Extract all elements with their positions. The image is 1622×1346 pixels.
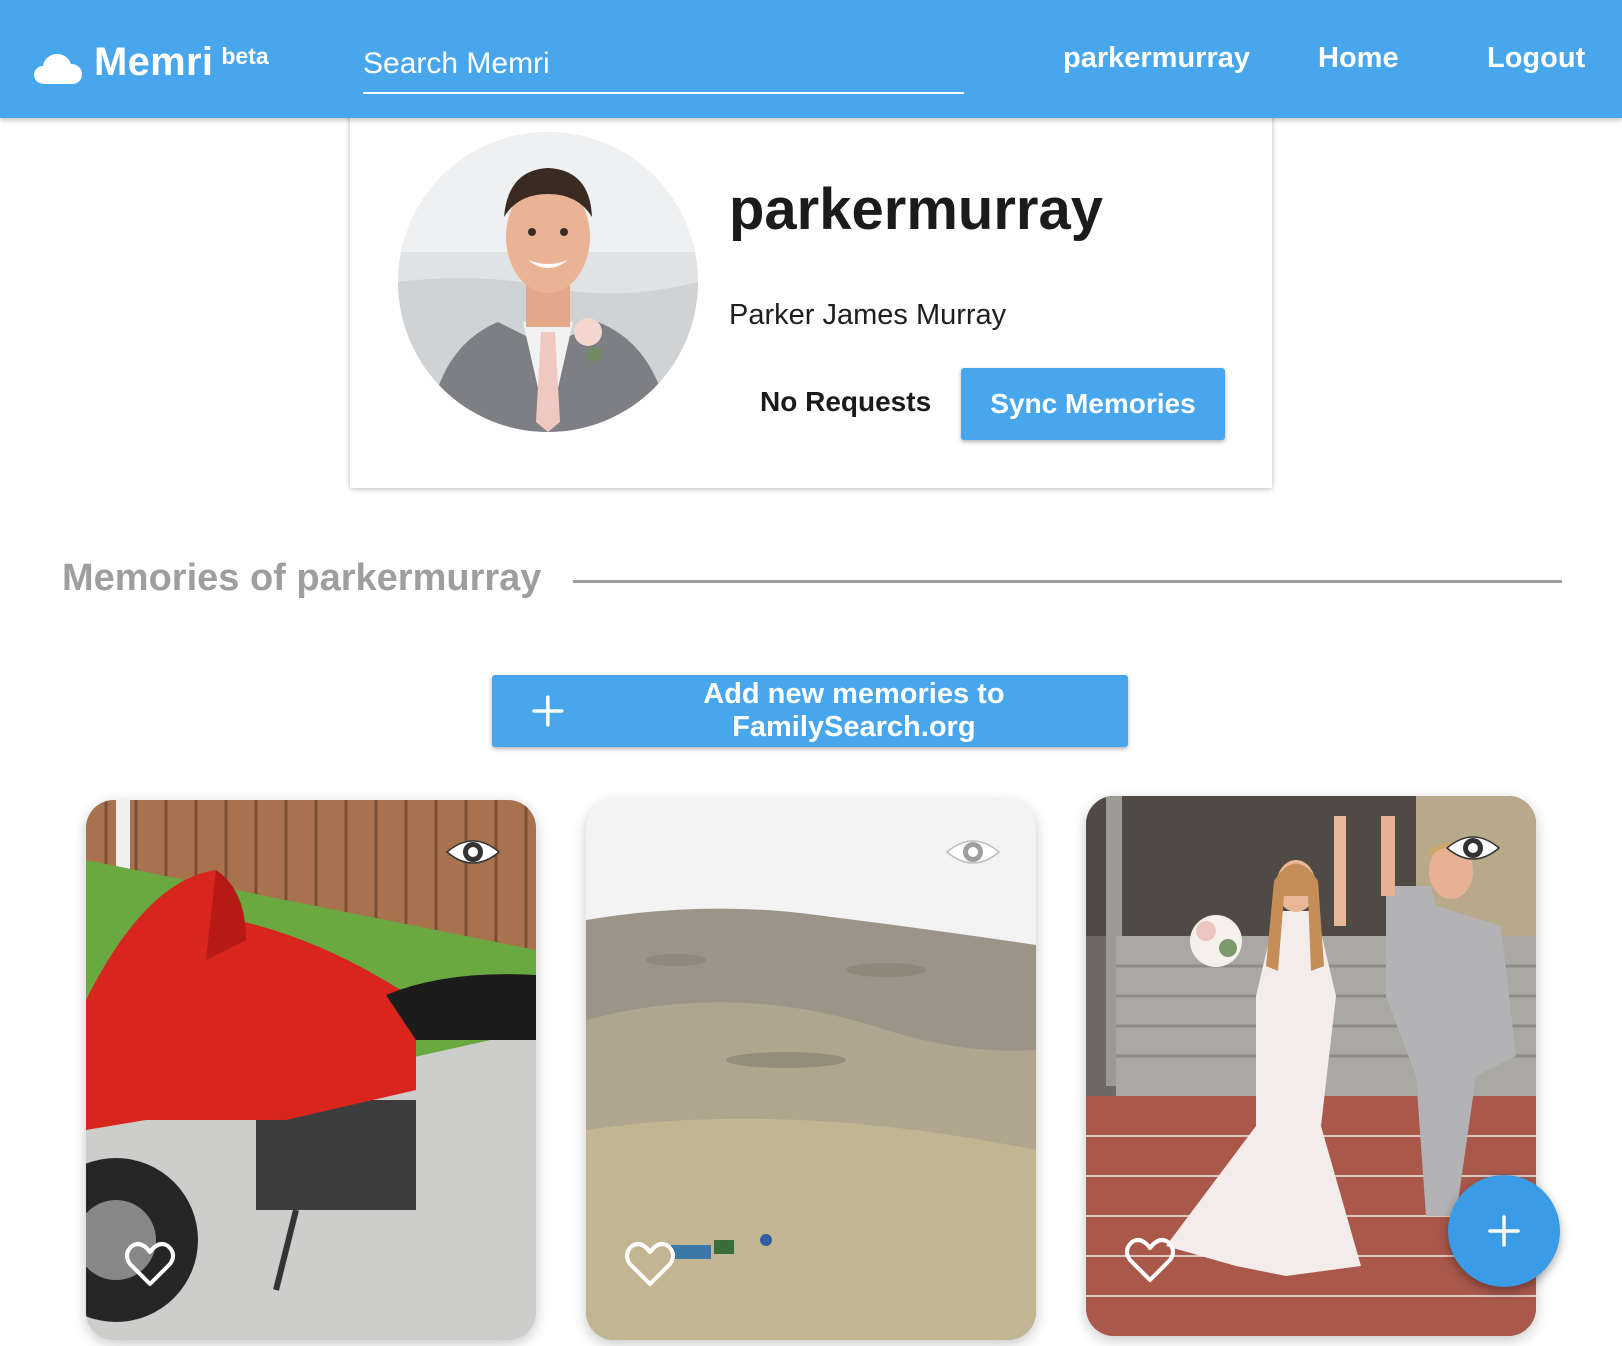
top-navbar: Memri beta parkermurray Home Logout (0, 0, 1622, 118)
plus-icon (532, 695, 564, 727)
search-input[interactable] (363, 42, 964, 86)
floating-add-button[interactable] (1448, 1175, 1560, 1287)
memory-card[interactable] (586, 800, 1036, 1340)
avatar-photo (398, 132, 698, 432)
plus-icon (1488, 1215, 1520, 1247)
profile-card: parkermurray Parker James Murray No Requ… (350, 110, 1272, 488)
eye-icon[interactable] (444, 830, 502, 874)
heart-outline-icon[interactable] (124, 1240, 176, 1288)
add-memories-button[interactable]: Add new memories to FamilySearch.org (492, 675, 1128, 747)
brand-name: Memri (94, 40, 214, 84)
nav-home-link[interactable]: Home (1318, 42, 1399, 75)
app-root: Memri beta parkermurray Home Logout (0, 0, 1622, 1346)
nav-username-link[interactable]: parkermurray (1063, 42, 1250, 75)
cloud-icon (34, 54, 82, 84)
heart-outline-icon[interactable] (1124, 1236, 1176, 1284)
avatar (398, 132, 698, 432)
profile-full-name: Parker James Murray (729, 299, 1007, 331)
search-box (363, 42, 964, 94)
eye-icon[interactable] (1444, 826, 1502, 870)
eye-icon[interactable] (944, 830, 1002, 874)
memory-card[interactable] (86, 800, 536, 1340)
heart-outline-icon[interactable] (624, 1240, 676, 1288)
beta-badge: beta (221, 43, 269, 69)
memories-section-title: Memories of parkermurray (62, 557, 542, 599)
brand-logo-link[interactable]: Memri beta (33, 40, 269, 86)
add-memories-label: Add new memories to FamilySearch.org (703, 678, 1005, 743)
sync-memories-button[interactable]: Sync Memories (961, 368, 1225, 440)
requests-status: No Requests (760, 386, 932, 417)
profile-username: parkermurray (729, 177, 1103, 242)
nav-logout-link[interactable]: Logout (1487, 42, 1585, 75)
section-divider (573, 580, 1562, 583)
